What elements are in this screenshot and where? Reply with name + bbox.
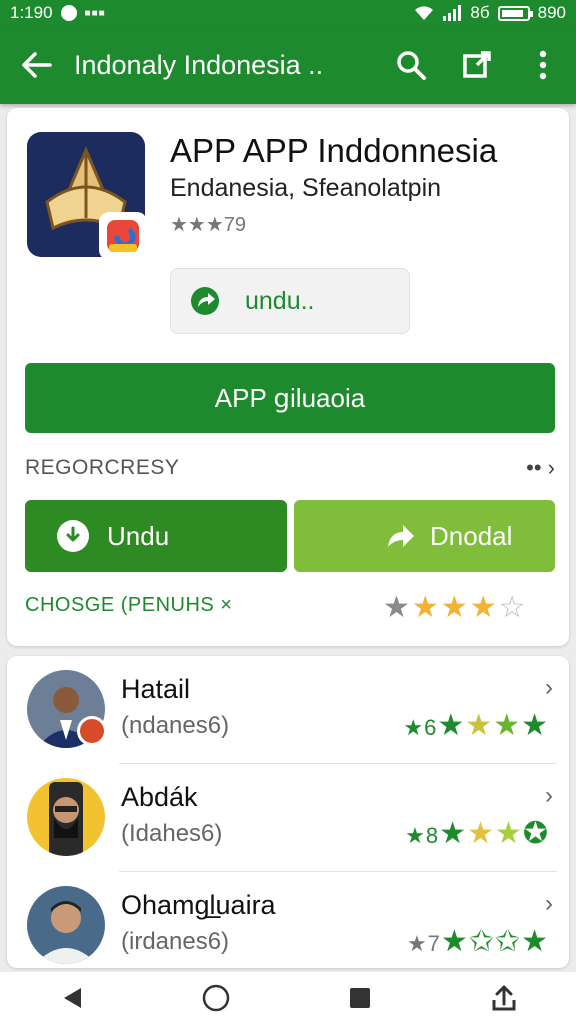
open-external-button[interactable] <box>444 26 510 104</box>
notification-icon <box>60 5 77 21</box>
star-outline-icon: ✩ <box>468 925 495 958</box>
download-label: Undu <box>107 520 170 551</box>
nav-home-button[interactable] <box>191 978 241 1018</box>
star-icon: ★ <box>521 925 549 958</box>
app-rating: ★★★79 <box>170 214 247 236</box>
install-label: undu.. <box>245 286 315 315</box>
search-button[interactable] <box>378 26 444 104</box>
review-location: (irdanes6) <box>121 928 230 955</box>
star-icon: ★ <box>437 709 466 742</box>
review-stars: ★6★★★★ <box>403 708 549 743</box>
share-arrow-icon <box>189 285 221 317</box>
app-bar: Indonaly Indonesia .. <box>0 26 576 104</box>
forward-icon <box>386 523 416 549</box>
review-score: ★7 <box>406 931 441 956</box>
section-header[interactable]: REGORCRESY •• › <box>25 448 555 488</box>
upload-icon <box>492 985 516 1011</box>
share-button[interactable]: Dnodal <box>294 500 555 572</box>
install-button[interactable]: undu.. <box>170 268 410 334</box>
review-author: Abdák <box>121 782 198 812</box>
star-icon: ★ <box>494 817 523 850</box>
review-item[interactable]: Ohamgl̲uaira (irdanes6) › ★7★✩✩★ <box>7 872 569 968</box>
nav-share-button[interactable] <box>479 978 529 1018</box>
review-stars: ★8★★★✪ <box>405 816 549 851</box>
review-stars: ★7★✩✩★ <box>407 924 549 959</box>
review-item[interactable]: Abdák (Idahes6) › ★8★★★✪ <box>7 764 569 872</box>
circle-home-icon <box>202 984 230 1012</box>
status-bar: 1:190 ■■■ 8б 890 <box>0 0 576 26</box>
review-location: (Idahes6) <box>121 820 223 847</box>
chevron-right-icon: › <box>545 674 553 701</box>
share-label: Dnodal <box>430 520 513 551</box>
primary-app-button[interactable]: APP ցiluaoia <box>25 363 555 433</box>
nav-back-button[interactable] <box>47 978 97 1018</box>
more-notifications-icon: ■■■ <box>84 7 106 19</box>
star-icon: ★ <box>493 709 522 742</box>
battery-text: 890 <box>537 3 566 22</box>
star-icon: ★ <box>469 591 499 624</box>
star-outline-icon: ☆ <box>498 591 528 624</box>
review-item[interactable]: Hatail (ndanes6) › ★6★★★★ <box>7 656 569 764</box>
star-icon: ★ <box>467 817 495 850</box>
battery-icon <box>497 5 533 21</box>
nav-recents-button[interactable] <box>335 978 385 1018</box>
signal-icon <box>443 5 462 21</box>
review-score: ★8 <box>405 823 440 848</box>
search-icon <box>397 51 426 80</box>
open-external-icon <box>463 51 491 78</box>
star-icon: ★ <box>521 709 549 742</box>
star-icon: ★ <box>411 591 441 624</box>
download-button[interactable]: Undu <box>25 500 287 572</box>
review-location: (ndanes6) <box>121 712 230 739</box>
back-arrow-icon <box>22 52 52 78</box>
more-vert-icon <box>539 50 547 80</box>
signal-text: 8б <box>470 3 490 22</box>
wifi-icon <box>415 6 434 20</box>
avatar-badge-icon <box>77 716 107 746</box>
app-developer: Endanesia, Sfeanolatpin <box>170 174 442 202</box>
app-badge-icon <box>99 212 147 260</box>
chevron-right-icon: › <box>545 890 553 917</box>
avatar <box>27 886 105 964</box>
review-author: Hatail <box>121 674 191 704</box>
review-author: Ohamgl̲uaira <box>121 890 276 920</box>
star-icon: ★ <box>383 591 412 624</box>
reviews-card: Hatail (ndanes6) › ★6★★★★ Abdák (Idahes6… <box>7 656 569 968</box>
status-time: 1:190 <box>10 3 53 22</box>
section-more-chevron-icon: •• › <box>526 455 555 480</box>
star-icon: ✪ <box>522 817 549 850</box>
system-nav-bar <box>0 972 576 1024</box>
back-button[interactable] <box>0 26 74 104</box>
star-icon: ★ <box>440 925 469 958</box>
app-bar-title: Indonaly Indonesia .. <box>74 49 324 80</box>
chevron-right-icon: › <box>545 782 553 809</box>
choose-label: CHOSGE (PENUHS × <box>25 594 233 616</box>
download-icon <box>57 520 89 552</box>
section-label: REGORCRESY <box>25 456 180 479</box>
star-outline-icon: ✩ <box>494 925 522 958</box>
triangle-back-icon <box>64 988 81 1008</box>
app-details-card: APP APP Inddonnesia Endanesia, Sfeanolat… <box>7 108 569 646</box>
choose-rating-stars[interactable]: ★★★★☆ <box>383 590 528 625</box>
app-title: APP APP Inddonnesia <box>170 132 498 169</box>
star-icon: ★ <box>440 591 470 624</box>
star-icon: ★ <box>465 709 494 742</box>
square-recents-icon <box>350 988 370 1008</box>
overflow-menu-button[interactable] <box>510 26 576 104</box>
review-score: ★6 <box>403 715 438 740</box>
avatar <box>27 778 105 856</box>
star-icon: ★ <box>439 817 468 850</box>
